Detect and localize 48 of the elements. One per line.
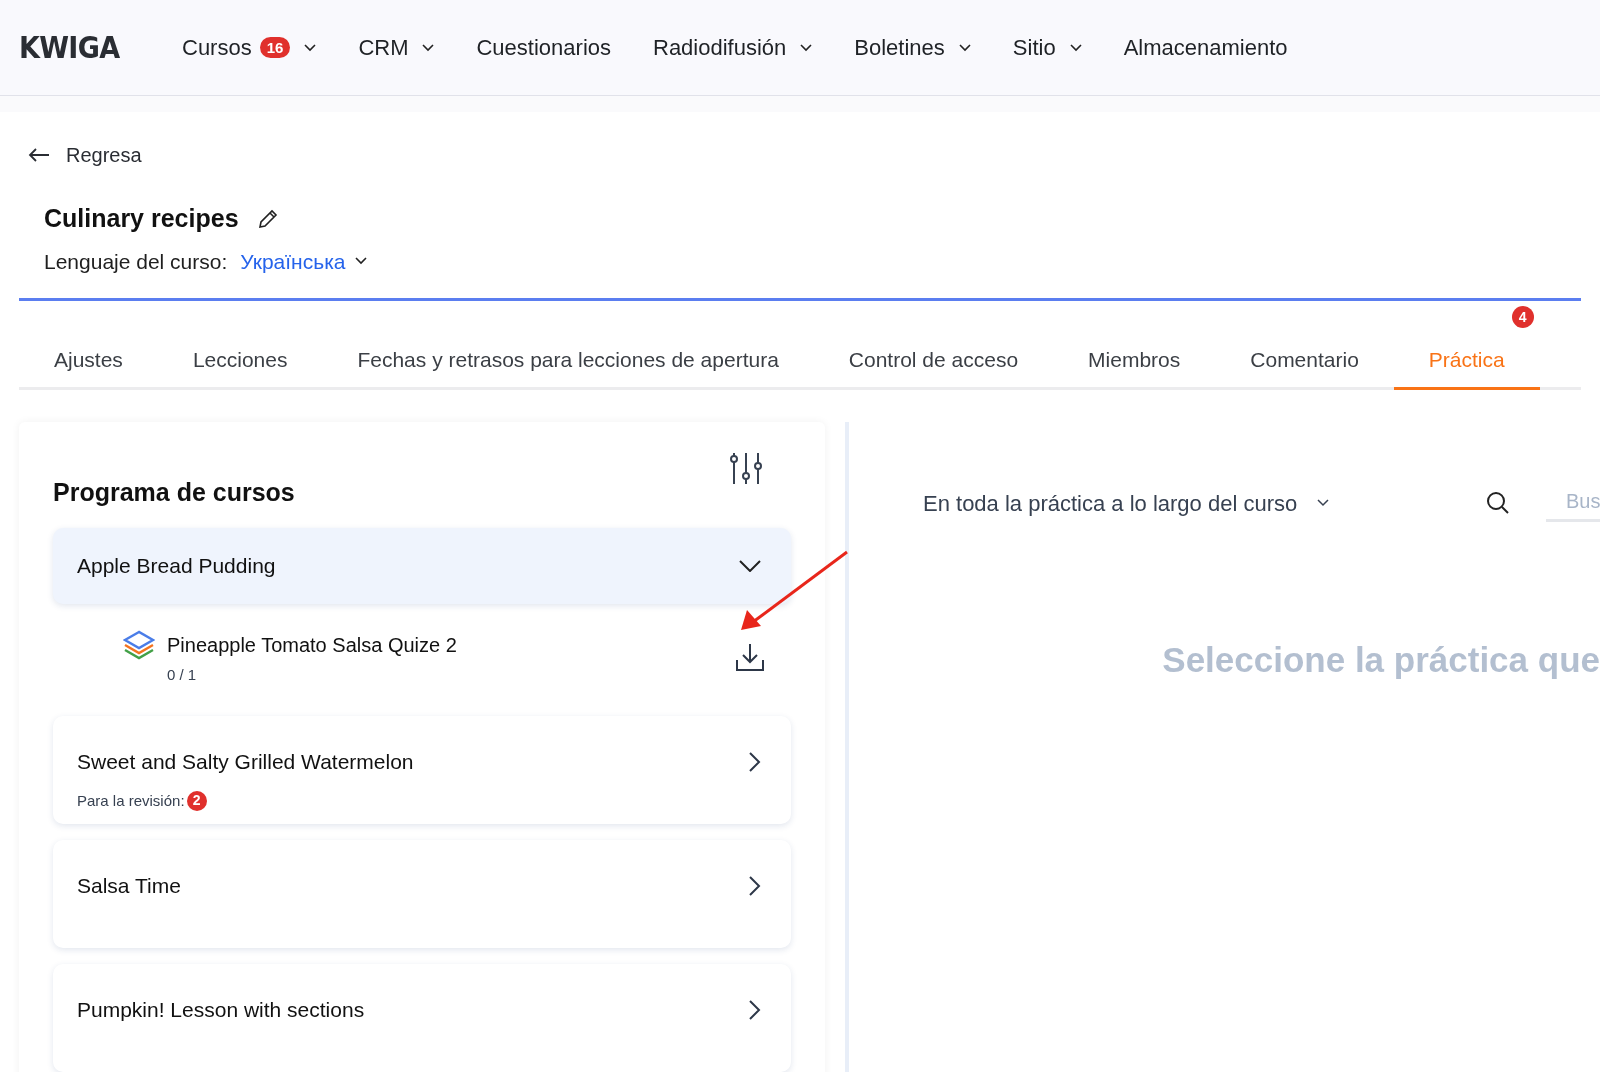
tab[interactable]: Control de acceso [813, 332, 1054, 390]
lesson-card[interactable]: Pumpkin! Lesson with sections [53, 964, 791, 1072]
pencil-icon[interactable] [256, 207, 279, 230]
lesson-title: Salsa Time [77, 873, 181, 899]
back-link[interactable]: Regresa [19, 140, 1581, 170]
tab[interactable]: Miembros [1053, 332, 1216, 390]
tab[interactable]: Fechas y retrasos para lecciones de apertura [322, 332, 814, 390]
layers-icon [123, 629, 155, 660]
chevron-right-icon[interactable] [749, 751, 761, 772]
lesson-card[interactable]: Apple Bread Pudding [53, 527, 791, 604]
language-label: Lenguaje del curso: [44, 248, 228, 275]
lesson-title: Pumpkin! Lesson with sections [77, 997, 365, 1023]
logo[interactable]: KWIGA [19, 25, 166, 70]
tab[interactable]: Lecciones [157, 332, 323, 390]
review-label: Para la revisión: [77, 790, 185, 811]
chevron-right-icon[interactable] [749, 875, 761, 896]
quiz-attempts-count: 0 / 1 [167, 664, 198, 685]
lesson-card[interactable]: Salsa Time [53, 840, 791, 948]
filter-sliders-icon[interactable] [729, 452, 763, 484]
language-dropdown[interactable]: Українська [240, 245, 368, 277]
nav-menu[interactable]: Cursos 16 [182, 31, 317, 64]
back-arrow-icon [28, 147, 50, 163]
lesson-title: Apple Bread Pudding [77, 552, 276, 579]
chevron-down-icon [1317, 499, 1330, 507]
count-badge: 4 [1511, 306, 1534, 328]
nav-menu[interactable]: Radiodifusión [653, 31, 813, 64]
lesson-title: Sweet and Salty Grilled Watermelon [77, 749, 414, 775]
nav-menu[interactable]: Boletines [854, 31, 971, 64]
search-field[interactable]: Bus [1546, 484, 1600, 522]
count-badge: 2 [186, 790, 207, 811]
practice-filter-dropdown[interactable]: En toda la práctica a lo largo del curso [923, 486, 1330, 520]
nav-menu[interactable]: CRM [358, 31, 435, 64]
count-badge: 16 [259, 37, 291, 58]
nav-menu[interactable]: Sitio [1012, 31, 1082, 64]
course-title: Culinary recipes [44, 203, 239, 234]
tab[interactable]: Ajustes [19, 332, 158, 390]
nav-link[interactable]: Cuestionarios [476, 31, 611, 64]
lesson-card[interactable]: Sweet and Salty Grilled Watermelon Para la revisión: 2 [53, 716, 791, 824]
chevron-right-icon[interactable] [749, 999, 761, 1020]
search-icon[interactable] [1486, 491, 1510, 515]
nav-link[interactable]: Almacenamiento [1123, 31, 1288, 64]
chevron-down-icon [355, 257, 368, 266]
download-icon[interactable] [735, 641, 765, 672]
empty-state-message: Seleccione la práctica que [1162, 639, 1600, 681]
section-title: Programa de cursos [53, 477, 295, 508]
tab[interactable]: Comentario [1215, 332, 1394, 390]
quiz-title[interactable]: Pineapple Tomato Salsa Quize 2 [167, 629, 457, 660]
chevron-down-icon[interactable] [739, 559, 761, 572]
